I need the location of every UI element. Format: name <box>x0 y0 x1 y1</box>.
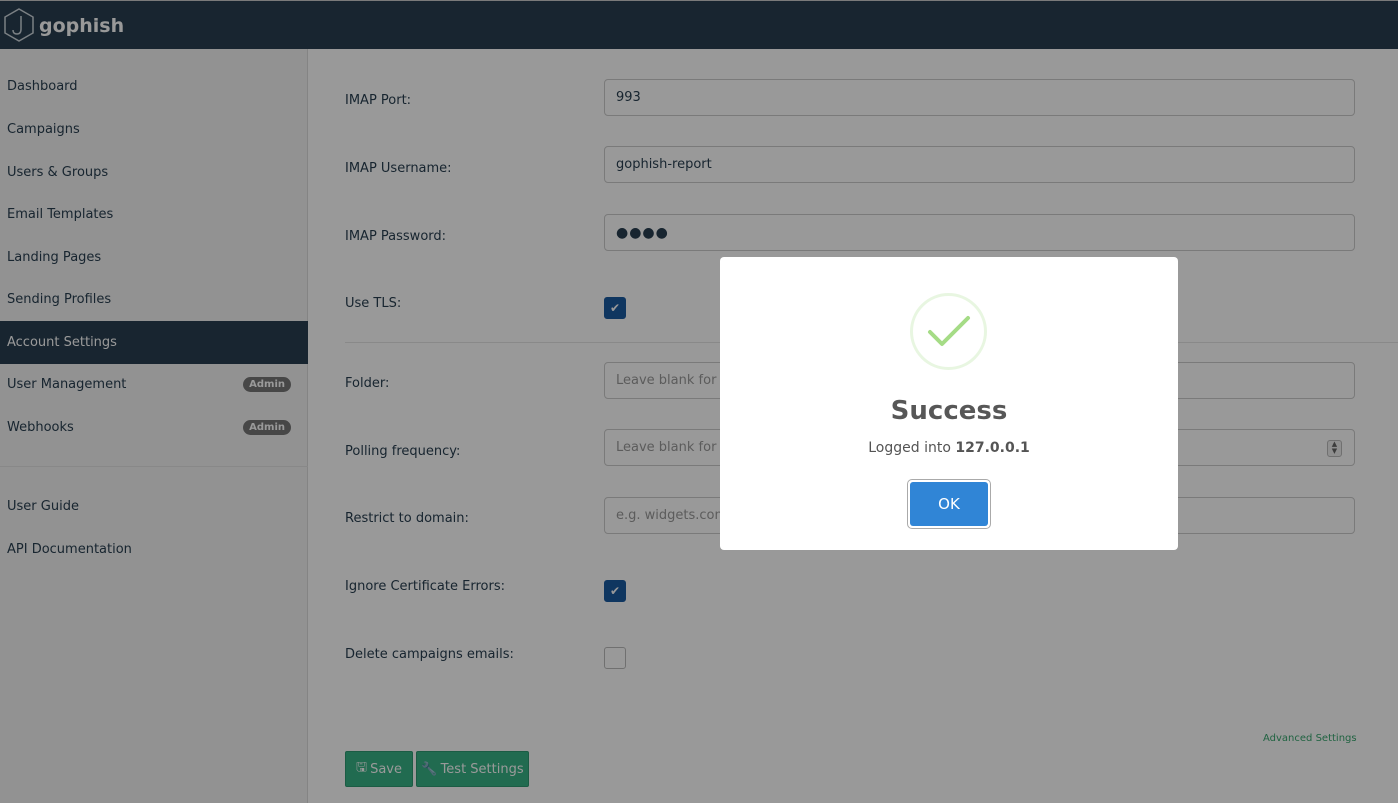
modal-message-prefix: Logged into <box>868 440 951 456</box>
success-check-icon <box>910 293 987 370</box>
ok-button-label: OK <box>910 482 988 526</box>
modal-title: Success <box>890 396 1008 426</box>
modal-message-host: 127.0.0.1 <box>955 440 1030 456</box>
ok-button[interactable]: OK <box>907 479 991 529</box>
success-modal: Success Logged into 127.0.0.1 OK <box>720 257 1178 550</box>
modal-message: Logged into 127.0.0.1 <box>720 440 1178 456</box>
modal-backdrop[interactable] <box>0 0 1398 803</box>
